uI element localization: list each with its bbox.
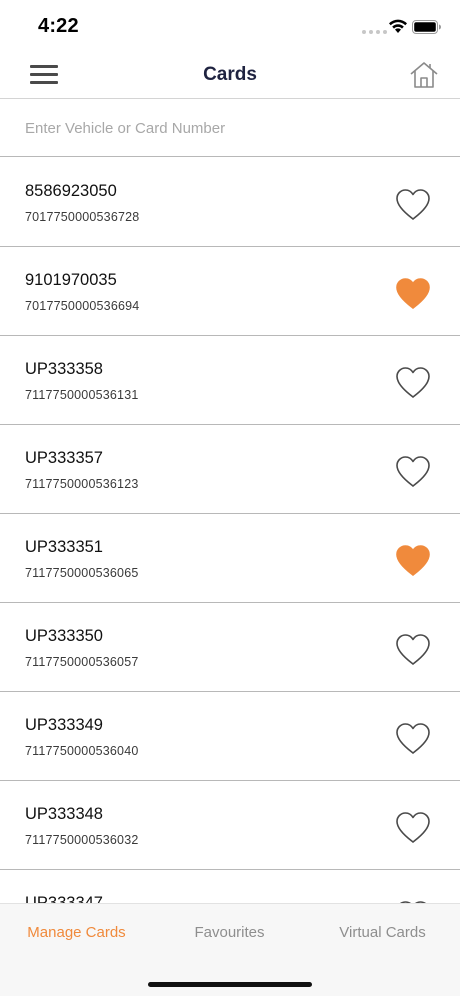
heart-outline-icon[interactable] [393,453,433,489]
tab-bar: Manage Cards Favourites Virtual Cards [0,903,460,996]
home-indicator [148,982,312,987]
tab-virtual-cards[interactable]: Virtual Cards [306,924,459,941]
card-row[interactable]: UP333347 [0,870,460,903]
tab-favourites[interactable]: Favourites [153,924,306,941]
vehicle-number: UP333358 [25,360,103,378]
cards-screen: 4:22 Cards 85869230507017750 [0,0,460,996]
card-number: 7017750000536728 [25,210,140,224]
heart-outline-icon[interactable] [393,186,433,222]
vehicle-number: UP333348 [25,805,103,823]
card-number: 7017750000536694 [25,299,140,313]
card-row[interactable]: UP333350 7117750000536057 [0,603,460,692]
status-time: 4:22 [38,15,79,37]
card-list: 8586923050 7017750000536728 9101970035 7017… [0,158,460,903]
card-row[interactable]: UP333349 7117750000536040 [0,692,460,781]
card-row[interactable]: UP333348 7117750000536032 [0,781,460,870]
card-number: 7117750000536057 [25,655,139,669]
vehicle-number: UP333351 [25,538,103,556]
wifi-icon [389,19,407,33]
vehicle-number: UP333357 [25,449,103,467]
card-number: 7117750000536065 [25,566,139,580]
page-title: Cards [203,64,257,85]
cellular-signal-icon [362,30,387,34]
card-row[interactable]: 9101970035 7017750000536694 [0,247,460,336]
vehicle-number: 9101970035 [25,271,117,289]
card-number: 7117750000536040 [25,744,139,758]
tab-manage-cards[interactable]: Manage Cards [0,924,153,941]
search-input[interactable] [25,115,435,141]
heart-filled-icon[interactable] [393,275,433,311]
navigation-bar: Cards [0,52,460,99]
vehicle-number: UP333347 [25,894,103,903]
card-row[interactable]: UP333357 7117750000536123 [0,425,460,514]
status-bar: 4:22 [0,0,460,52]
battery-icon [412,20,441,34]
vehicle-number: UP333350 [25,627,103,645]
search-bar [0,99,460,157]
card-number: 7117750000536131 [25,388,139,402]
vehicle-number: 8586923050 [25,182,117,200]
card-row[interactable]: 8586923050 7017750000536728 [0,158,460,247]
heart-outline-icon[interactable] [393,631,433,667]
card-number: 7117750000536123 [25,477,139,491]
vehicle-number: UP333349 [25,716,103,734]
card-row[interactable]: UP333358 7117750000536131 [0,336,460,425]
card-number: 7117750000536032 [25,833,139,847]
heart-filled-icon[interactable] [393,542,433,578]
card-row[interactable]: UP333351 7117750000536065 [0,514,460,603]
heart-outline-icon[interactable] [393,809,433,845]
heart-outline-icon[interactable] [393,720,433,756]
home-icon[interactable] [408,60,440,90]
heart-outline-icon[interactable] [393,364,433,400]
